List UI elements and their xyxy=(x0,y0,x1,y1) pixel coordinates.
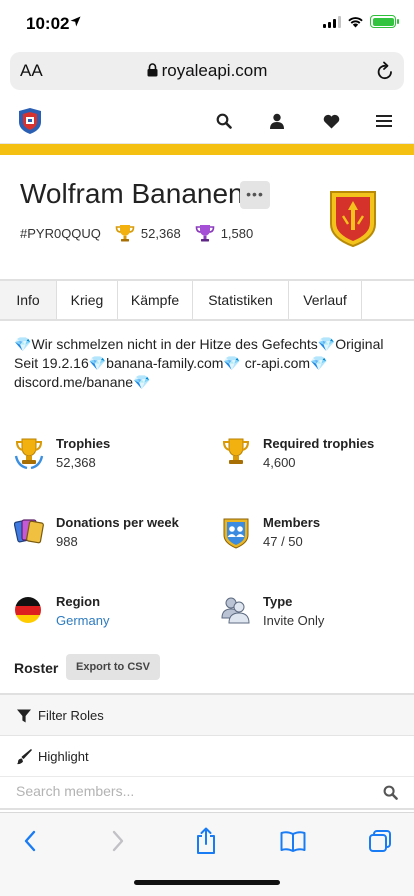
germany-flag-icon xyxy=(15,597,41,623)
tab-info[interactable]: Info xyxy=(0,281,57,319)
royaleapi-logo[interactable] xyxy=(16,107,44,135)
cards-icon xyxy=(14,519,44,544)
status-bar: 10:02 xyxy=(0,0,414,46)
menu-icon[interactable] xyxy=(375,112,393,130)
url-text: royaleapi.com xyxy=(161,61,268,80)
heart-icon[interactable] xyxy=(322,112,340,130)
clan-tabs: Info Krieg Kämpfe Statistiken Verlauf xyxy=(0,279,414,321)
cellular-signal-icon xyxy=(323,15,341,28)
chevron-left-icon xyxy=(24,830,36,852)
highlight-toggle[interactable]: Highlight xyxy=(0,736,414,776)
search-icon[interactable] xyxy=(383,785,398,800)
tab-krieg[interactable]: Krieg xyxy=(57,281,118,319)
search-icon[interactable] xyxy=(215,112,233,130)
home-indicator xyxy=(134,880,280,885)
region-link[interactable]: Germany xyxy=(56,613,109,628)
clan-name: Wolfram Bananen xyxy=(20,178,244,209)
stat-members: Members 47 / 50 xyxy=(221,515,411,555)
filter-roles-toggle[interactable]: Filter Roles xyxy=(0,693,414,736)
stat-required-trophies: Required trophies 4,600 xyxy=(221,436,411,476)
roster-title: Roster xyxy=(14,660,59,676)
group-icon xyxy=(221,597,250,624)
export-csv-button[interactable]: Export to CSV xyxy=(66,654,160,680)
back-button[interactable] xyxy=(16,827,44,855)
reload-icon[interactable] xyxy=(376,61,394,81)
wifi-icon xyxy=(348,16,363,27)
chevron-right-icon xyxy=(112,830,124,852)
tab-statistiken[interactable]: Statistiken xyxy=(193,281,289,319)
trophy-icon xyxy=(222,438,250,464)
book-icon xyxy=(280,831,306,852)
highlight-label: Highlight xyxy=(38,749,89,764)
address-bar[interactable]: AA royaleapi.com xyxy=(10,52,404,90)
battery-charging-icon xyxy=(370,15,399,28)
tabs-button[interactable] xyxy=(366,827,394,855)
filter-roles-label: Filter Roles xyxy=(38,708,104,723)
share-button[interactable] xyxy=(192,827,220,855)
member-search xyxy=(0,776,414,810)
site-navbar xyxy=(0,98,414,144)
tab-kampfe[interactable]: Kämpfe xyxy=(118,281,193,319)
war-trophy-icon xyxy=(195,225,214,242)
stat-donations: Donations per week 988 xyxy=(14,515,204,555)
status-time: 10:02 xyxy=(26,14,70,33)
clan-meta: #PYR0QQUQ 52,368 1,580 xyxy=(20,224,253,242)
members-shield-icon xyxy=(223,518,249,549)
stat-type: Type Invite Only xyxy=(221,594,411,634)
clan-badge-icon xyxy=(330,191,376,248)
url-display[interactable]: royaleapi.com xyxy=(10,61,404,81)
trophy-icon xyxy=(115,225,135,242)
member-search-input[interactable] xyxy=(16,783,366,799)
status-indicators xyxy=(323,15,399,28)
clan-tag: #PYR0QQUQ xyxy=(20,225,101,241)
stat-trophies: Trophies 52,368 xyxy=(14,436,204,476)
clan-trophies: 52,368 xyxy=(140,225,181,241)
share-icon xyxy=(197,827,215,854)
user-icon[interactable] xyxy=(268,112,286,130)
bookmarks-button[interactable] xyxy=(279,827,307,855)
accent-strip xyxy=(0,144,414,155)
more-options-button[interactable]: ••• xyxy=(240,181,270,209)
trophy-laurel-icon xyxy=(14,438,44,470)
forward-button[interactable] xyxy=(104,827,132,855)
tabs-icon xyxy=(369,830,391,852)
filter-icon xyxy=(17,709,31,723)
stat-region: Region Germany xyxy=(14,594,204,634)
tab-verlauf[interactable]: Verlauf xyxy=(289,281,362,319)
lock-icon xyxy=(147,63,158,77)
paint-brush-icon xyxy=(16,749,32,765)
clan-description: 💎Wir schmelzen nicht in der Hitze des Ge… xyxy=(14,336,384,390)
clan-war-trophies: 1,580 xyxy=(220,225,254,241)
location-arrow-icon xyxy=(70,16,81,27)
